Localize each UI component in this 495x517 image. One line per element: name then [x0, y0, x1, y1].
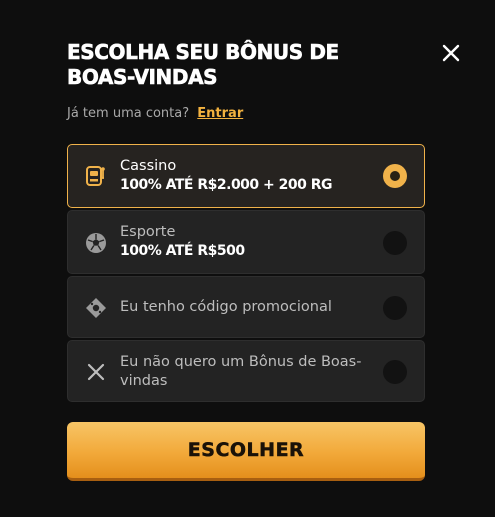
option-no-bonus[interactable]: Eu não quero um Bônus de Boas-vindas — [67, 340, 425, 402]
radio-no-bonus[interactable] — [383, 360, 407, 384]
option-label: Eu não quero um Bônus de Boas-vindas — [120, 354, 362, 389]
option-bonus-text: 100% ATÉ R$2.000 + 200 RG — [120, 177, 333, 193]
radio-sports[interactable] — [383, 231, 407, 255]
radio-casino[interactable] — [383, 164, 407, 188]
close-button[interactable] — [436, 38, 466, 68]
option-promo-code[interactable]: Eu tenho código promocional — [67, 276, 425, 338]
option-bonus-text: 100% ATÉ R$500 — [120, 243, 245, 259]
slot-machine-icon — [84, 164, 108, 188]
close-icon — [442, 44, 460, 62]
modal-title: ESCOLHA SEU BÔNUS DE BOAS-VINDAS — [67, 40, 340, 90]
option-sports[interactable]: Esporte 100% ATÉ R$500 — [67, 210, 425, 274]
login-prompt: Já tem uma conta? — [67, 106, 190, 121]
option-label: Esporte — [120, 224, 176, 240]
option-label: Cassino — [120, 158, 177, 174]
option-label: Eu tenho código promocional — [120, 299, 332, 315]
choose-button[interactable]: ESCOLHER — [67, 422, 425, 481]
radio-promo-code[interactable] — [383, 296, 407, 320]
option-casino[interactable]: Cassino 100% ATÉ R$2.000 + 200 RG — [67, 144, 425, 208]
soccer-ball-icon — [84, 231, 108, 255]
bonus-modal: ESCOLHA SEU BÔNUS DE BOAS-VINDAS Já tem … — [0, 0, 495, 517]
x-icon — [84, 360, 108, 384]
login-prompt-row: Já tem uma conta? Entrar — [67, 106, 243, 121]
promo-code-icon — [84, 296, 108, 320]
choose-button-label: ESCOLHER — [187, 439, 305, 462]
login-link[interactable]: Entrar — [197, 106, 243, 121]
